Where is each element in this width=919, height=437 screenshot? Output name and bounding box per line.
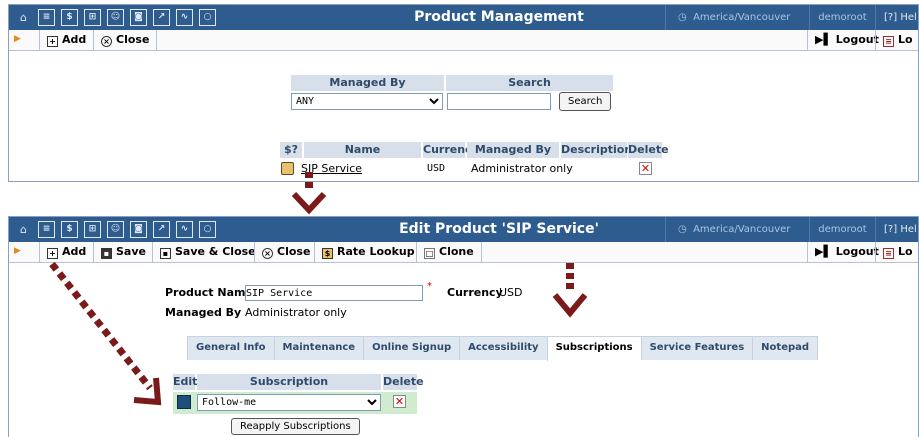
arrow-diagonal	[49, 261, 162, 406]
